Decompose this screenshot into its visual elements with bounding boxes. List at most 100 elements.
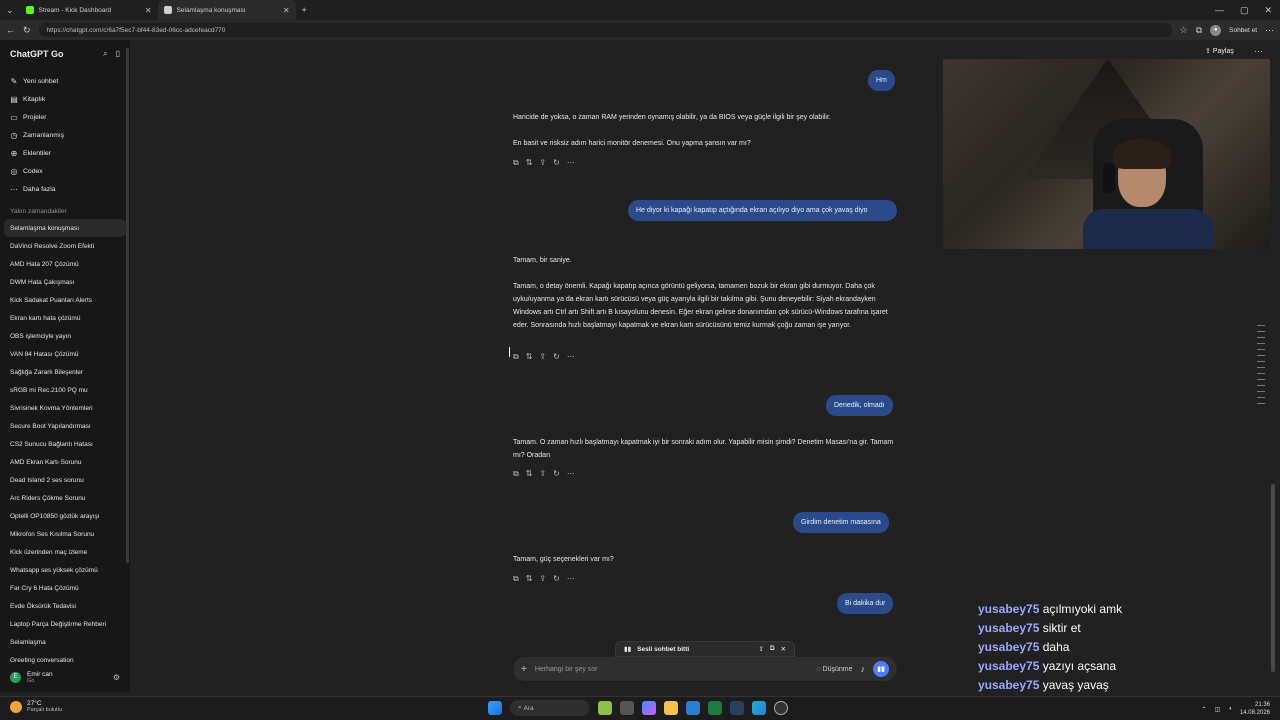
message-input[interactable]: Herhangi bir şey sor <box>535 666 809 673</box>
sidebar-item-codex[interactable]: ◎ Codex <box>4 162 126 180</box>
voice-mode-button[interactable]: ▮▮ <box>873 661 889 677</box>
widgets-icon[interactable] <box>598 701 612 715</box>
sidebar-history-item[interactable]: Laptop Parça Değiştirme Rehberi <box>4 615 126 633</box>
close-tab-icon[interactable]: ✕ <box>283 6 290 15</box>
sidebar-history-item[interactable]: Evde Öksürük Tedavisi <box>4 597 126 615</box>
sidebar-history-item[interactable]: Sivrisinek Kovma Yöntemleri <box>4 399 126 417</box>
sidebar-title[interactable]: ChatGPT Go <box>10 49 64 59</box>
sidebar-history-item[interactable]: Kick Sadakat Puanları Alerts <box>4 291 126 309</box>
sidebar-history-item[interactable]: Arc Riders Çökme Sorunu <box>4 489 126 507</box>
sidebar-history-item[interactable]: Secure Boot Yapılandırması <box>4 417 126 435</box>
sidebar-history-item[interactable]: Selamlaşma <box>4 633 126 651</box>
tab-list-icon[interactable]: ⌄ <box>0 5 20 16</box>
sidebar-history-item[interactable]: Whatsapp ses yüksek çözümü <box>4 561 126 579</box>
new-tab-icon[interactable]: + <box>296 5 313 15</box>
more-icon[interactable]: ⋯ <box>567 158 575 168</box>
sidebar-history-item[interactable]: Selamlaşma konuşması <box>4 219 126 237</box>
extensions-icon[interactable]: ⧉ <box>1196 25 1202 36</box>
copy-icon[interactable]: ⧉ <box>513 574 519 584</box>
more-icon[interactable]: ⋯ <box>567 574 575 584</box>
settings-icon[interactable]: ⚙ <box>113 673 120 682</box>
regenerate-icon[interactable]: ↻ <box>553 158 560 168</box>
close-window-icon[interactable]: ✕ <box>1256 5 1280 16</box>
steam-icon[interactable] <box>730 701 744 715</box>
minimize-icon[interactable]: — <box>1207 5 1232 15</box>
think-toggle[interactable]: ◌ Düşünme <box>816 666 852 673</box>
volume-icon[interactable]: ◖ <box>1228 706 1232 712</box>
microphone-icon[interactable]: ♪ <box>861 664 866 674</box>
url-field[interactable]: https://chatgpt.com/c/6a7f5ec7-bf44-83ed… <box>38 23 1172 37</box>
sidebar-history-item[interactable]: DWM Hata Çakışması <box>4 273 126 291</box>
sidebar-history-item[interactable]: Ekran kartı hata çözümü <box>4 309 126 327</box>
pin-icon[interactable]: ⇪ <box>758 645 763 653</box>
sidebar-history-item[interactable]: OBS işlemciyle yayın <box>4 327 126 345</box>
task-view-icon[interactable] <box>620 701 634 715</box>
copilot-icon[interactable] <box>642 701 656 715</box>
sidebar-history-item[interactable]: Optelli OP10850 gözlük arayışı <box>4 507 126 525</box>
copy-icon[interactable]: ⧉ <box>770 645 775 653</box>
reload-icon[interactable]: ↻ <box>23 25 31 36</box>
favorite-icon[interactable]: ☆ <box>1180 25 1188 36</box>
share-icon[interactable]: ⇪ <box>539 574 546 584</box>
feedback-icon[interactable]: ⇅ <box>526 574 533 584</box>
feedback-icon[interactable]: ⇅ <box>526 469 533 479</box>
excel-icon[interactable] <box>708 701 722 715</box>
copy-icon[interactable]: ⧉ <box>513 469 519 479</box>
share-icon[interactable]: ⇪ <box>539 158 546 168</box>
sidebar-history-item[interactable]: AMD Ekran Kartı Sorunu <box>4 453 126 471</box>
tab-chatgpt[interactable]: Selamlaşma konuşması ✕ <box>157 0 296 20</box>
regenerate-icon[interactable]: ↻ <box>553 574 560 584</box>
regenerate-icon[interactable]: ↻ <box>553 469 560 479</box>
store-icon[interactable] <box>686 701 700 715</box>
share-icon[interactable]: ⇪ <box>539 469 546 479</box>
sidebar-history-item[interactable]: sRGB mi Rec.2100 PQ mu <box>4 381 126 399</box>
edge-icon[interactable] <box>752 701 766 715</box>
sidebar-item-new-chat[interactable]: ✎ Yeni sohbet <box>4 72 126 90</box>
feedback-icon[interactable]: ⇅ <box>526 352 533 362</box>
search-icon[interactable]: ⌕ <box>103 49 107 59</box>
sidebar-history-item[interactable]: DaVinci Resolve Zoom Efekti <box>4 237 126 255</box>
sidebar-item-more[interactable]: ⋯ Daha fazla <box>4 180 126 198</box>
tab-kick-dashboard[interactable]: Stream - Kick Dashboard ✕ <box>20 0 158 20</box>
browser-menu-icon[interactable]: ⋯ <box>1265 25 1274 36</box>
user-profile[interactable]: E Emir can Go ⚙ <box>4 664 126 690</box>
network-icon[interactable]: ◫ <box>1215 706 1221 713</box>
close-icon[interactable]: ✕ <box>781 645 786 653</box>
back-icon[interactable]: ← <box>6 25 15 35</box>
sidebar-item-scheduled[interactable]: ◷ Zamanlanmış <box>4 126 126 144</box>
profile-avatar[interactable]: ● <box>1210 24 1222 36</box>
copilot-label[interactable]: Sohbet et <box>1229 27 1257 34</box>
sidebar-item-plugins[interactable]: ⊕ Eklentiler <box>4 144 126 162</box>
sidebar-history-item[interactable]: CS2 Sunucu Bağlantı Hatası <box>4 435 126 453</box>
main-scrollbar[interactable] <box>1271 484 1275 672</box>
sidebar-history-item[interactable]: AMD Hata 207 Çözümü <box>4 255 126 273</box>
sidebar-toggle-icon[interactable]: ▯ <box>116 49 120 59</box>
sidebar-history-item[interactable]: VAN 84 Hatası Çözümü <box>4 345 126 363</box>
feedback-icon[interactable]: ⇅ <box>526 158 533 168</box>
sidebar-item-projects[interactable]: ▭ Projeler <box>4 108 126 126</box>
share-button[interactable]: ⇪ Paylaş <box>1205 47 1234 55</box>
file-explorer-icon[interactable] <box>664 701 678 715</box>
more-options-icon[interactable]: ⋯ <box>1254 46 1263 57</box>
maximize-icon[interactable]: ▢ <box>1232 5 1257 16</box>
sidebar-history-item[interactable]: Dead Island 2 ses sorunu <box>4 471 126 489</box>
sidebar-history-item[interactable]: Far Cry 6 Hata Çözümü <box>4 579 126 597</box>
more-icon[interactable]: ⋯ <box>567 469 575 479</box>
regenerate-icon[interactable]: ↻ <box>553 352 560 362</box>
weather-widget[interactable]: 27°C Parçalı bulutlu <box>10 700 62 713</box>
sidebar-history-item[interactable]: Kick üzerinden maç izleme <box>4 543 126 561</box>
windows-start-icon[interactable] <box>488 701 502 715</box>
tray-chevron-icon[interactable]: ⌃ <box>1202 706 1207 713</box>
close-tab-icon[interactable]: ✕ <box>145 6 152 15</box>
attach-icon[interactable]: + <box>521 664 527 675</box>
scroll-minimap[interactable] <box>1257 325 1265 411</box>
sidebar-item-library[interactable]: ▤ Kitaplık <box>4 90 126 108</box>
taskbar-search[interactable]: ⌕ Ara <box>510 700 590 716</box>
sidebar-scrollbar[interactable] <box>126 48 129 563</box>
obs-icon[interactable] <box>774 701 788 715</box>
copy-icon[interactable]: ⧉ <box>513 158 519 168</box>
share-icon[interactable]: ⇪ <box>539 352 546 362</box>
more-icon[interactable]: ⋯ <box>567 352 575 362</box>
sidebar-history-item[interactable]: Sağlığa Zararlı Bileşenler <box>4 363 126 381</box>
sidebar-history-item[interactable]: Mikrofon Ses Kısılma Sorunu <box>4 525 126 543</box>
